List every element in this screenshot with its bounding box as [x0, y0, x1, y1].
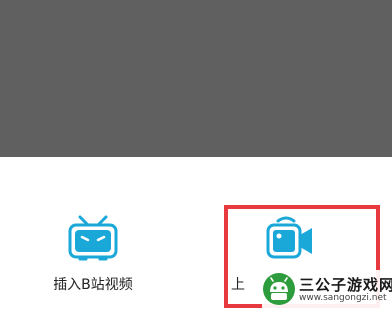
site-watermark: 三公子游戏网 www.sangongzi.net — [262, 270, 392, 308]
insert-bilibili-video-option[interactable]: 插入B站视频 — [18, 157, 168, 310]
insert-bilibili-video-label: 插入B站视频 — [53, 277, 133, 293]
android-robot-logo-icon — [262, 272, 296, 306]
watermark-url: www.sangongzi.net — [299, 293, 387, 303]
watermark-title: 三公子游戏网 — [299, 276, 392, 294]
dimmed-overlay[interactable] — [0, 0, 392, 157]
bilibili-tv-icon — [66, 213, 122, 263]
